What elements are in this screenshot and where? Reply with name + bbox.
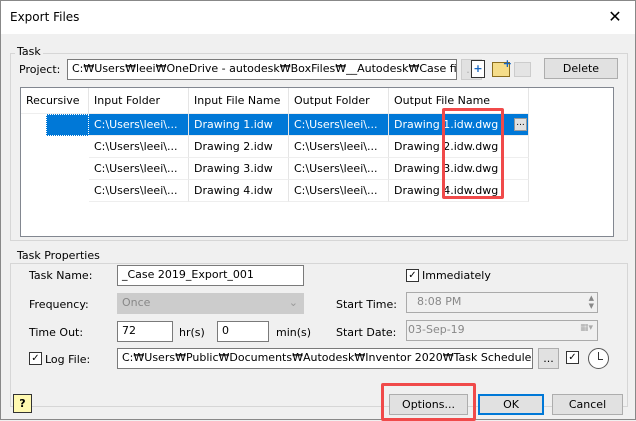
highlight-output-extension — [442, 108, 504, 199]
help-icon[interactable]: ? — [13, 394, 32, 413]
task-name-label: Task Name: — [29, 269, 93, 282]
task-file-grid[interactable]: Recursive Input Folder Input File Name O… — [20, 87, 614, 237]
add-file-disabled-icon[interactable] — [514, 62, 531, 77]
project-label: Project: — [19, 63, 61, 76]
start-time-label: Start Time: — [336, 298, 397, 311]
calendar-icon[interactable]: ▦▾ — [580, 323, 593, 333]
row-4-output-folder[interactable]: C:\Users\leei\... — [289, 180, 389, 202]
row-2-input-folder[interactable]: C:\Users\leei\... — [89, 136, 189, 158]
row-1-output-folder[interactable]: C:\Users\leei\... — [289, 114, 389, 136]
log-file-checkbox[interactable]: ✓ — [29, 352, 42, 365]
row-1-recursive[interactable] — [46, 114, 89, 136]
log-file-input[interactable]: C:₩Users₩Public₩Documents₩Autodesk₩Inven… — [117, 348, 533, 369]
frequency-label: Frequency: — [29, 298, 89, 311]
highlight-options — [381, 383, 476, 421]
spinner-icon[interactable]: ▲ ▼ — [589, 294, 594, 310]
add-folder-icon[interactable]: + — [492, 57, 512, 77]
ok-button[interactable]: OK — [478, 394, 544, 415]
start-time-input[interactable]: 8:08 PM ▲ ▼ — [406, 292, 598, 313]
log-file-label: Log File: — [45, 353, 91, 366]
hours-unit-label: hr(s) — [179, 326, 205, 339]
row-3-input-file[interactable]: Drawing 3.idw — [189, 158, 289, 180]
timeout-label: Time Out: — [29, 326, 84, 339]
timeout-minutes-input[interactable]: 0 — [217, 321, 269, 342]
chevron-down-icon: ⌄ — [288, 296, 298, 309]
row-3-input-folder[interactable]: C:\Users\leei\... — [89, 158, 189, 180]
delete-button[interactable]: Delete — [544, 58, 618, 79]
row-4-input-file[interactable]: Drawing 4.idw — [189, 180, 289, 202]
column-header-output-folder[interactable]: Output Folder — [289, 88, 389, 114]
timeout-hours-input[interactable]: 72 — [117, 321, 173, 342]
window-title: Export Files — [10, 10, 80, 24]
log-option-checkbox[interactable]: ✓ — [566, 351, 579, 364]
row-2-output-folder[interactable]: C:\Users\leei\... — [289, 136, 389, 158]
row-1-input-folder[interactable]: C:\Users\leei\... — [89, 114, 189, 136]
row-2-input-file[interactable]: Drawing 2.idw — [189, 136, 289, 158]
column-header-recursive[interactable]: Recursive — [21, 88, 89, 114]
frequency-value: Once — [122, 296, 151, 309]
start-date-picker[interactable]: 03-Sep-19 ▦▾ — [406, 320, 598, 341]
new-task-icon[interactable]: + — [471, 60, 485, 78]
title-bar: Export Files ✕ — [1, 1, 635, 34]
immediately-checkbox[interactable]: ✓ — [406, 269, 419, 282]
log-file-browse-button[interactable]: ... — [538, 348, 559, 369]
immediately-label: Immediately — [422, 269, 491, 282]
row-3-output-folder[interactable]: C:\Users\leei\... — [289, 158, 389, 180]
column-header-input-folder[interactable]: Input Folder — [89, 88, 189, 114]
export-files-dialog: Export Files ✕ Task Project: C:₩Users₩le… — [0, 0, 636, 421]
close-icon[interactable]: ✕ — [605, 7, 625, 27]
row-1-browse-button[interactable]: ... — [514, 118, 527, 131]
task-group-label: Task — [15, 45, 43, 58]
task-properties-label: Task Properties — [15, 249, 102, 262]
cancel-button[interactable]: Cancel — [552, 394, 623, 415]
row-4-input-folder[interactable]: C:\Users\leei\... — [89, 180, 189, 202]
task-name-input[interactable]: _Case 2019_Export_001 — [117, 265, 304, 286]
project-input[interactable]: C:₩Users₩leei₩OneDrive - autodesk₩BoxFil… — [67, 59, 457, 80]
row-1-input-file[interactable]: Drawing 1.idw — [189, 114, 289, 136]
minutes-unit-label: min(s) — [276, 326, 312, 339]
clock-icon[interactable] — [588, 348, 609, 369]
start-date-label: Start Date: — [336, 326, 397, 339]
start-time-value: 8:08 PM — [417, 295, 462, 308]
start-date-value: 03-Sep-19 — [408, 323, 465, 336]
frequency-select[interactable]: Once ⌄ — [117, 293, 304, 314]
column-header-input-file-name[interactable]: Input File Name — [189, 88, 289, 114]
